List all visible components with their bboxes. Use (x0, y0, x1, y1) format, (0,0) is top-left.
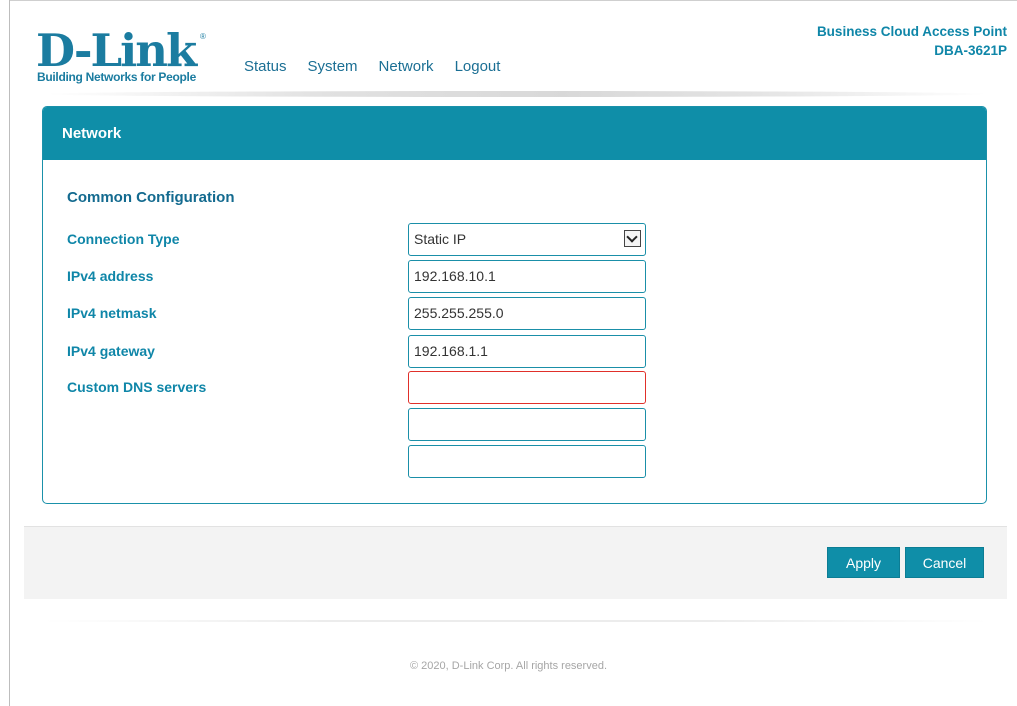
dns-server-2-input[interactable] (408, 408, 646, 441)
footer-divider (44, 620, 988, 622)
copyright-text: © 2020, D-Link Corp. All rights reserved… (409, 660, 608, 672)
nav-system[interactable]: System (308, 57, 358, 77)
ipv4-address-input[interactable]: 192.168.10.1 (408, 260, 646, 293)
dlink-logo: D-Link ® Building Networks for People (36, 28, 216, 88)
product-model: DBA-3621P (934, 43, 1007, 58)
nav-status[interactable]: Status (244, 57, 287, 77)
cancel-button[interactable]: Cancel (905, 547, 984, 578)
ipv4-gateway-input[interactable]: 192.168.1.1 (408, 335, 646, 368)
logo-tagline: Building Networks for People (37, 70, 196, 84)
window-top-border (9, 0, 1017, 1)
dns-server-1-input[interactable] (408, 371, 646, 404)
panel-title: Network (43, 107, 986, 160)
nav-network[interactable]: Network (379, 57, 434, 77)
connection-type-value: Static IP (414, 231, 467, 247)
action-bar: Apply Cancel (24, 526, 1007, 599)
window-left-border (9, 0, 10, 706)
ipv4-netmask-label: IPv4 netmask (67, 305, 157, 321)
logo-wordmark: D-Link (36, 24, 197, 77)
top-nav: Status System Network Logout (244, 57, 500, 77)
section-title: Common Configuration (67, 189, 235, 206)
network-panel: Network Common Configuration Connection … (42, 106, 987, 504)
connection-type-label: Connection Type (67, 231, 180, 247)
custom-dns-label: Custom DNS servers (67, 379, 207, 395)
nav-logout[interactable]: Logout (455, 57, 501, 77)
ipv4-address-label: IPv4 address (67, 268, 154, 284)
product-info: Business Cloud Access Point DBA-3621P (817, 22, 1007, 60)
product-line: Business Cloud Access Point (816, 24, 1007, 39)
dns-server-3-input[interactable] (408, 445, 646, 478)
connection-type-select[interactable]: Static IP (408, 223, 646, 256)
header-divider (44, 91, 988, 97)
ipv4-gateway-label: IPv4 gateway (67, 343, 155, 359)
logo-registered-mark: ® (200, 32, 206, 41)
chevron-down-icon[interactable] (624, 230, 641, 247)
apply-button[interactable]: Apply (827, 547, 900, 578)
ipv4-netmask-input[interactable]: 255.255.255.0 (408, 297, 646, 330)
